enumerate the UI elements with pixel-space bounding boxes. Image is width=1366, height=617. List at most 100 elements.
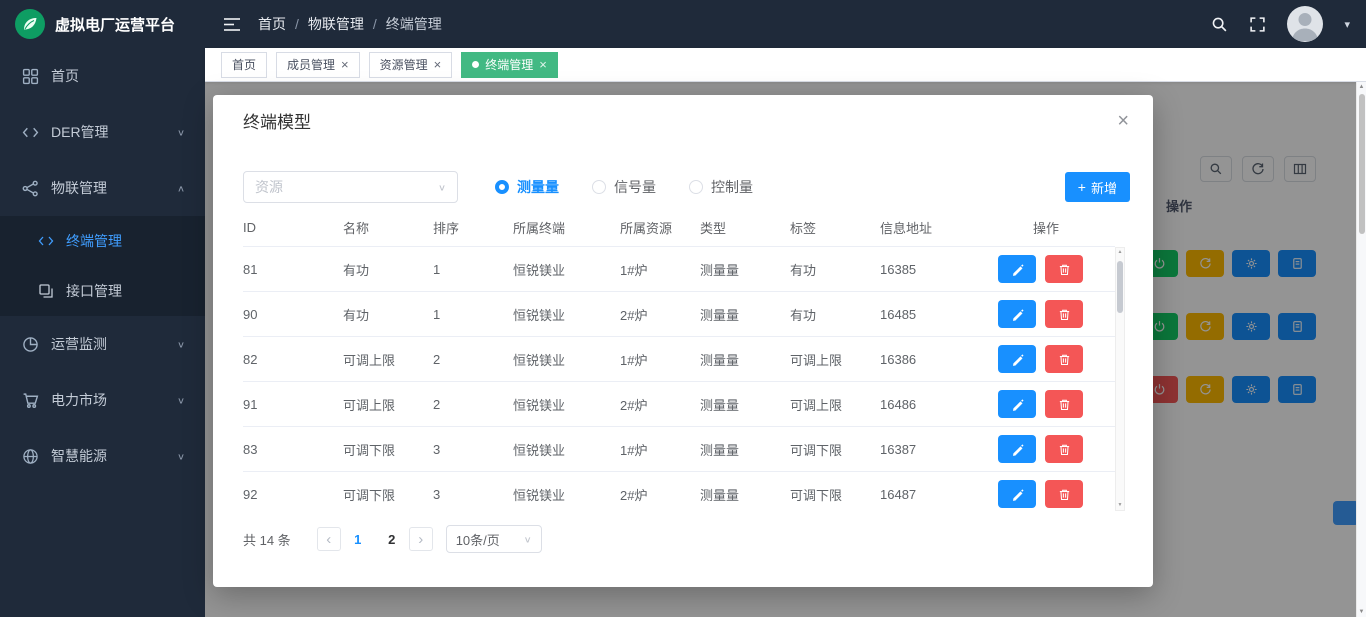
page-button-1[interactable]: 1 bbox=[344, 532, 372, 547]
edit-button[interactable] bbox=[998, 480, 1036, 508]
cell-terminal: 恒锐镁业 bbox=[513, 440, 620, 459]
column-header-type: 类型 bbox=[700, 218, 790, 237]
sidebar-item-iot[interactable]: 物联管理 ∧ bbox=[0, 160, 205, 216]
avatar[interactable] bbox=[1287, 6, 1323, 42]
scroll-down-icon[interactable]: ▼ bbox=[1359, 609, 1365, 615]
type-radio-group: 测量量 信号量 控制量 bbox=[495, 177, 753, 197]
scroll-up-icon[interactable]: ▲ bbox=[1118, 250, 1123, 255]
radio-measurement[interactable]: 测量量 bbox=[495, 177, 559, 197]
cell-tag: 可调下限 bbox=[790, 440, 880, 459]
cell-resource: 2#炉 bbox=[620, 485, 700, 504]
cell-address: 16485 bbox=[880, 307, 998, 322]
cart-icon bbox=[22, 392, 39, 409]
search-icon[interactable] bbox=[1211, 16, 1228, 33]
cell-tag: 有功 bbox=[790, 260, 880, 279]
plus-icon: + bbox=[1078, 180, 1086, 194]
sidebar-item-label: 智慧能源 bbox=[51, 446, 165, 466]
tab-label: 终端管理 bbox=[485, 56, 533, 73]
cell-type: 测量量 bbox=[700, 440, 790, 459]
cell-tag: 可调下限 bbox=[790, 485, 880, 504]
cell-terminal: 恒锐镁业 bbox=[513, 485, 620, 504]
edit-button[interactable] bbox=[998, 300, 1036, 328]
add-button[interactable]: + 新增 bbox=[1065, 172, 1130, 202]
close-icon[interactable]: × bbox=[341, 58, 349, 71]
column-header-terminal: 所属终端 bbox=[513, 218, 620, 237]
radio-circle-icon bbox=[689, 180, 703, 194]
cell-tag: 可调上限 bbox=[790, 350, 880, 369]
cell-name: 可调下限 bbox=[343, 440, 433, 459]
sidebar-submenu-iot: 终端管理 接口管理 bbox=[0, 216, 205, 316]
globe-icon bbox=[22, 448, 39, 465]
close-icon[interactable]: × bbox=[434, 58, 442, 71]
cell-id: 92 bbox=[243, 487, 343, 502]
topbar: 首页 / 物联管理 / 终端管理 ▾ bbox=[205, 0, 1366, 48]
tab-resource-management[interactable]: 资源管理 × bbox=[369, 52, 453, 78]
terminal-model-table: ID 名称 排序 所属终端 所属资源 类型 标签 信息地址 操作 81 有功 1 bbox=[243, 209, 1125, 511]
table-scrollbar-thumb[interactable] bbox=[1117, 261, 1123, 313]
delete-button[interactable] bbox=[1045, 255, 1083, 283]
menu-toggle-icon[interactable] bbox=[223, 17, 241, 32]
scroll-up-icon[interactable]: ▲ bbox=[1359, 84, 1365, 90]
resource-select[interactable]: 资源 ∨ bbox=[243, 171, 458, 203]
sidebar-item-interface[interactable]: 接口管理 bbox=[0, 266, 205, 316]
total-count: 共 14 条 bbox=[243, 530, 291, 549]
cell-address: 16387 bbox=[880, 442, 998, 457]
column-header-tag: 标签 bbox=[790, 218, 880, 237]
table-row: 82 可调上限 2 恒锐镁业 1#炉 测量量 可调上限 16386 bbox=[243, 337, 1115, 382]
table-row: 90 有功 1 恒锐镁业 2#炉 测量量 有功 16485 bbox=[243, 292, 1115, 337]
radio-signal[interactable]: 信号量 bbox=[592, 177, 656, 197]
fullscreen-icon[interactable] bbox=[1249, 16, 1266, 33]
tab-home[interactable]: 首页 bbox=[221, 52, 267, 78]
cell-terminal: 恒锐镁业 bbox=[513, 305, 620, 324]
cell-address: 16386 bbox=[880, 352, 998, 367]
close-icon[interactable]: × bbox=[539, 58, 547, 71]
breadcrumb: 首页 / 物联管理 / 终端管理 bbox=[258, 14, 442, 34]
select-placeholder: 资源 bbox=[255, 177, 283, 197]
sidebar-item-monitor[interactable]: 运营监测 ∨ bbox=[0, 316, 205, 372]
sidebar-item-label: 运营监测 bbox=[51, 334, 165, 354]
sidebar-item-terminal[interactable]: 终端管理 bbox=[0, 216, 205, 266]
scroll-down-icon[interactable]: ▼ bbox=[1118, 503, 1123, 508]
edit-button[interactable] bbox=[998, 345, 1036, 373]
sidebar-item-der[interactable]: DER管理 ∨ bbox=[0, 104, 205, 160]
delete-button[interactable] bbox=[1045, 480, 1083, 508]
page-scrollbar[interactable]: ▲ ▼ bbox=[1356, 82, 1366, 617]
column-header-name: 名称 bbox=[343, 218, 433, 237]
breadcrumb-item-home[interactable]: 首页 bbox=[258, 14, 286, 34]
dialog-header: 终端模型 × bbox=[213, 95, 1153, 135]
edit-button[interactable] bbox=[998, 255, 1036, 283]
sidebar-item-energy[interactable]: 智慧能源 ∨ bbox=[0, 428, 205, 484]
delete-button[interactable] bbox=[1045, 435, 1083, 463]
chevron-down-icon: ∨ bbox=[524, 534, 532, 544]
prev-page-button[interactable]: ‹ bbox=[317, 527, 341, 551]
table-scrollbar[interactable]: ▲ ▼ bbox=[1115, 247, 1125, 511]
page-size-select[interactable]: 10条/页 ∨ bbox=[446, 525, 542, 553]
page-scrollbar-thumb[interactable] bbox=[1359, 94, 1365, 234]
delete-button[interactable] bbox=[1045, 300, 1083, 328]
tab-label: 资源管理 bbox=[380, 56, 428, 73]
radio-label: 测量量 bbox=[517, 177, 559, 197]
chevron-down-icon: ∨ bbox=[177, 451, 185, 461]
cell-name: 有功 bbox=[343, 260, 433, 279]
page-button-2[interactable]: 2 bbox=[378, 532, 406, 547]
cell-type: 测量量 bbox=[700, 395, 790, 414]
edit-button[interactable] bbox=[998, 435, 1036, 463]
sidebar-item-market[interactable]: 电力市场 ∨ bbox=[0, 372, 205, 428]
next-page-button[interactable]: › bbox=[409, 527, 433, 551]
page-size-value: 10条/页 bbox=[456, 530, 500, 549]
edit-button[interactable] bbox=[998, 390, 1036, 418]
table-row: 81 有功 1 恒锐镁业 1#炉 测量量 有功 16385 bbox=[243, 247, 1115, 292]
caret-down-icon[interactable]: ▾ bbox=[1344, 18, 1350, 31]
radio-control[interactable]: 控制量 bbox=[689, 177, 753, 197]
breadcrumb-item-iot[interactable]: 物联管理 bbox=[308, 14, 364, 34]
delete-button[interactable] bbox=[1045, 345, 1083, 373]
sidebar-item-label: 首页 bbox=[51, 66, 185, 86]
tab-member-management[interactable]: 成员管理 × bbox=[276, 52, 360, 78]
cell-sort: 1 bbox=[433, 307, 513, 322]
filter-row: 资源 ∨ 测量量 信号量 控制量 + 新增 bbox=[243, 171, 1130, 203]
sidebar-item-label: 终端管理 bbox=[66, 231, 122, 251]
delete-button[interactable] bbox=[1045, 390, 1083, 418]
tab-terminal-management[interactable]: 终端管理 × bbox=[461, 52, 558, 78]
sidebar-item-home[interactable]: 首页 bbox=[0, 48, 205, 104]
dialog-close-button[interactable]: × bbox=[1117, 111, 1129, 131]
